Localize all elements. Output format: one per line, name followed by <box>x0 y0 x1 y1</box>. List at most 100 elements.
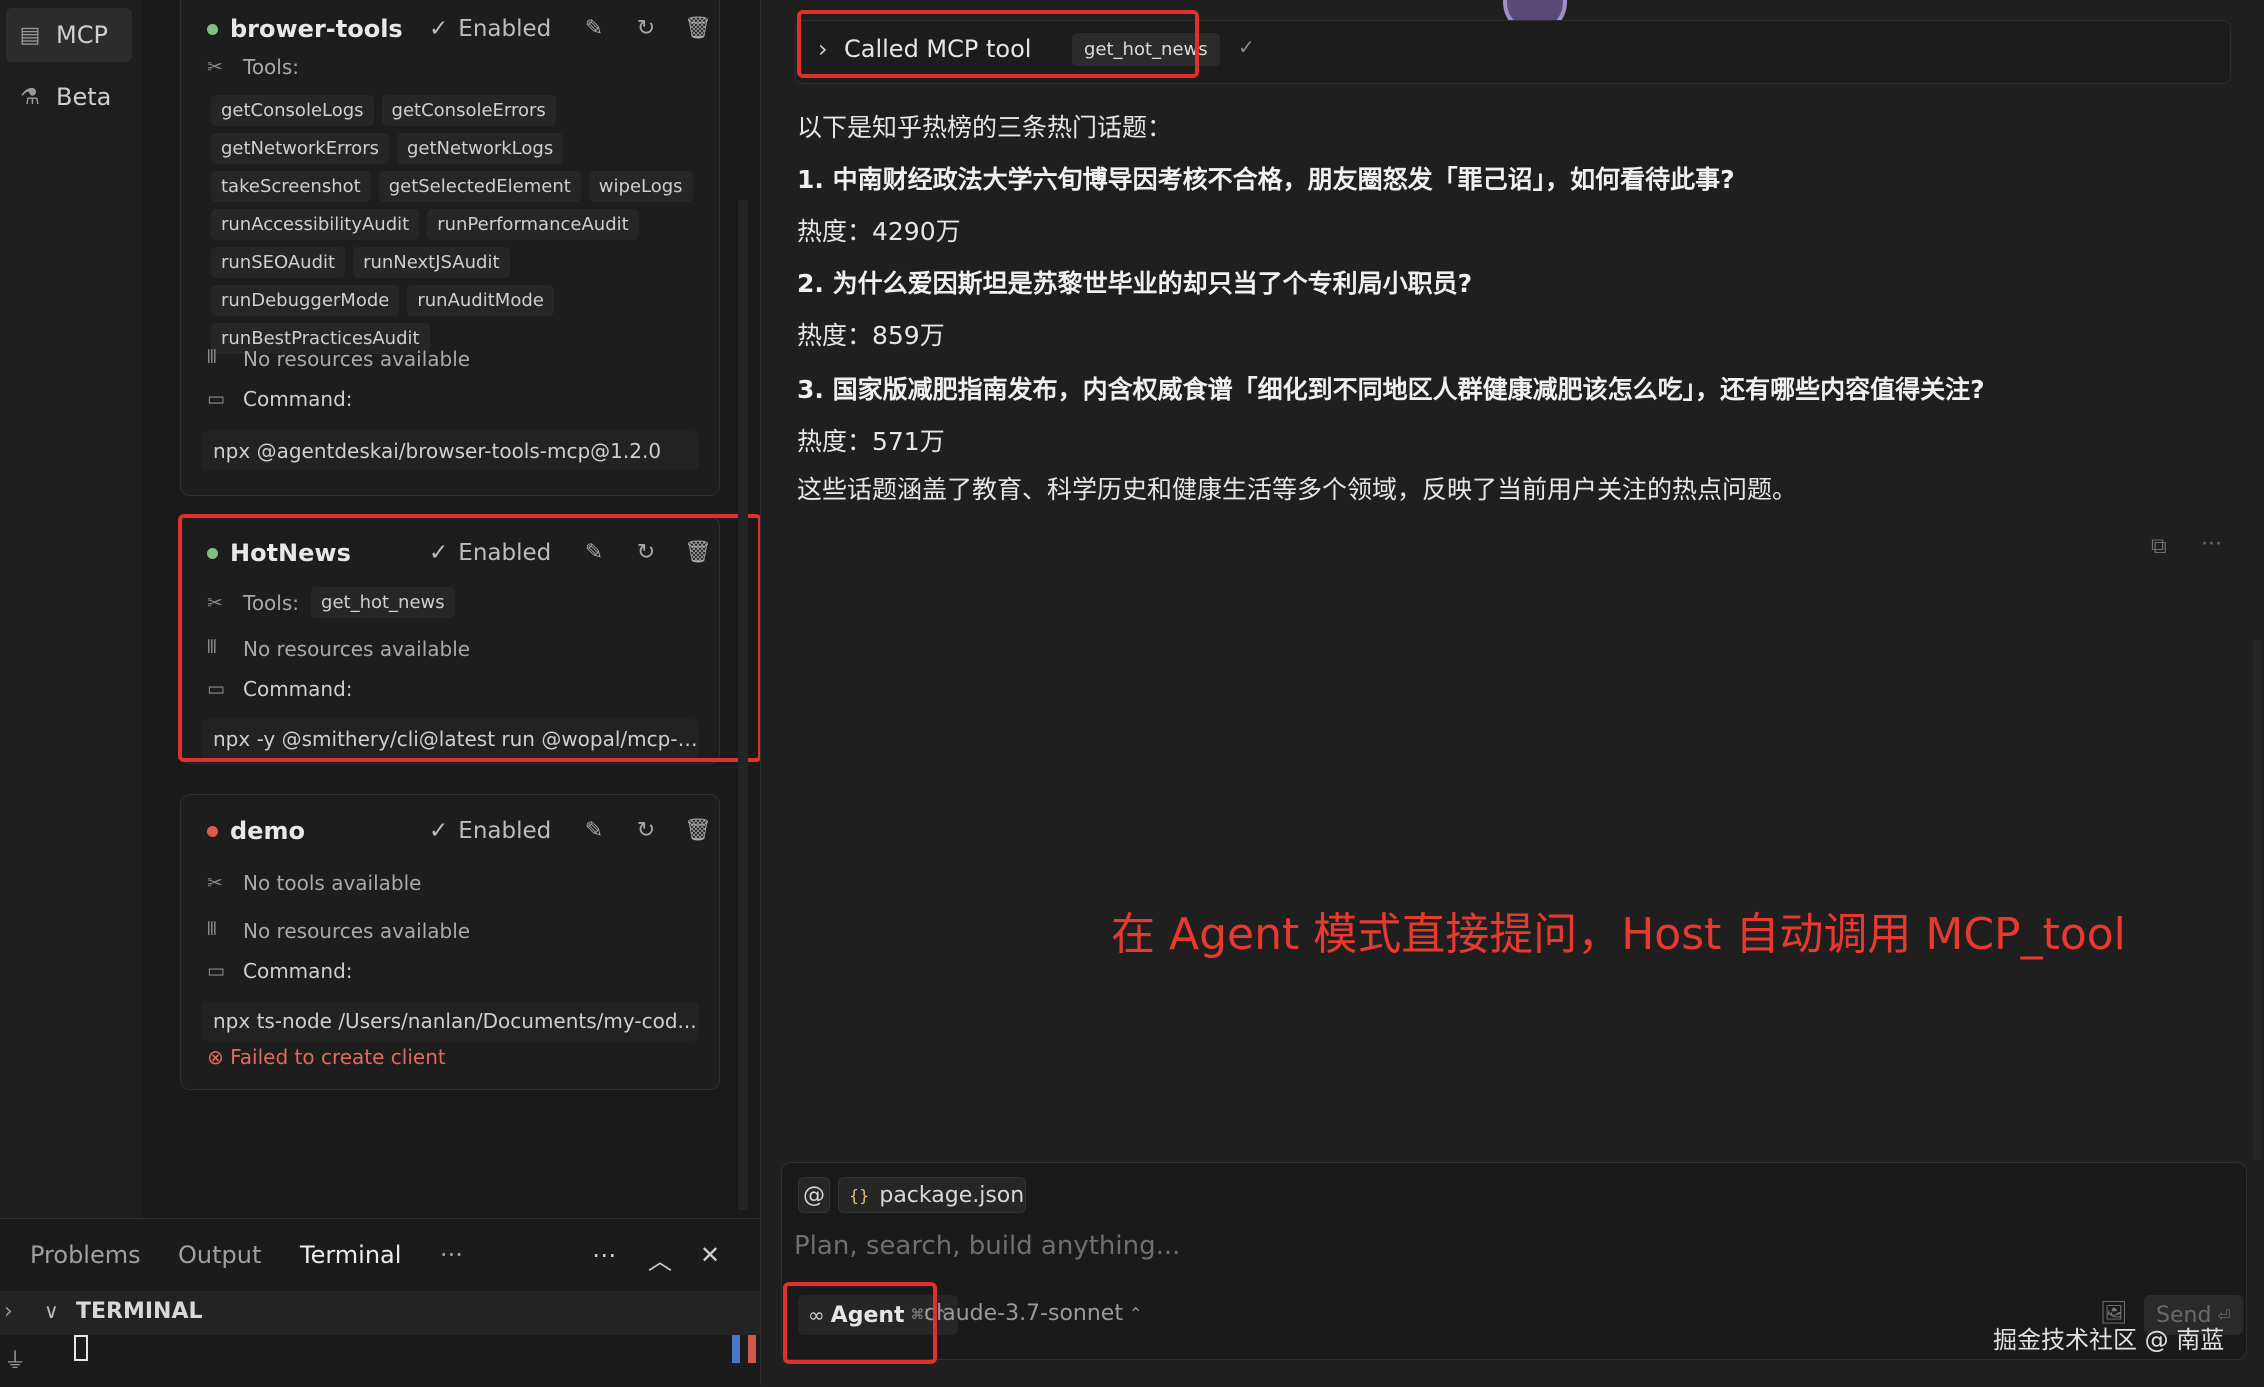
error-text: Failed to create client <box>230 1045 446 1069</box>
command-row: ▭ Command: <box>207 387 353 411</box>
chevron-up-icon: ⌃ <box>1128 1304 1143 1323</box>
library-icon: 𝍫 <box>207 346 217 368</box>
message-line: 热度：4290万 <box>797 217 961 246</box>
resources-row: 𝍫 No resources available <box>207 343 470 375</box>
tool-chip[interactable]: takeScreenshot <box>211 171 371 202</box>
server-card-header: brower-tools ✓ Enabled ✎ ↻ 🗑 <box>207 9 712 49</box>
server-card-brower-tools: brower-tools ✓ Enabled ✎ ↻ 🗑 ✂ Tools: get… <box>180 0 720 496</box>
mention-button[interactable]: @ <box>798 1177 830 1213</box>
nav-item-label: MCP <box>56 21 108 49</box>
status-dot <box>207 825 218 837</box>
more-icon[interactable]: ··· <box>2201 532 2222 557</box>
command-text: npx ts-node /Users/nanlan/Documents/my-c… <box>201 1001 699 1041</box>
check-icon: ✓ <box>429 16 449 42</box>
terminal-cursor <box>74 1335 88 1361</box>
tool-chip[interactable]: getConsoleLogs <box>211 95 374 126</box>
highlight-box-tool-call <box>797 10 1199 78</box>
terminal-icon: ▭ <box>207 388 225 410</box>
refresh-icon[interactable]: ↻ <box>633 818 659 844</box>
tools-row: ✂ Tools: <box>207 55 299 79</box>
nav-item-mcp[interactable]: ▤ MCP <box>6 8 132 62</box>
message-line: 这些话题涵盖了教育、科学历史和健康生活等多个领域，反映了当前用户关注的热点问题。 <box>797 475 1798 504</box>
tool-chip[interactable]: getNetworkErrors <box>211 133 389 164</box>
tool-chip[interactable]: getNetworkLogs <box>396 133 564 164</box>
refresh-icon[interactable]: ↻ <box>633 16 659 42</box>
mcp-server-list: brower-tools ✓ Enabled ✎ ↻ 🗑 ✂ Tools: get… <box>142 0 762 1218</box>
server-name: brower-tools <box>230 15 403 43</box>
model-selector[interactable]: claude-3.7-sonnet ⌃ <box>924 1301 1142 1326</box>
chat-input-placeholder[interactable]: Plan, search, build anything... <box>794 1231 1180 1261</box>
maximize-icon[interactable]: ︿ <box>648 1241 672 1276</box>
command-label: Command: <box>243 387 353 411</box>
trash-icon[interactable]: 🗑 <box>684 16 712 42</box>
command-text: npx @agentdeskai/browser-tools-mcp@1.2.0 <box>201 431 699 471</box>
message-line: 热度：859万 <box>797 321 945 350</box>
server-icon: ▤ <box>19 22 41 48</box>
tools-row: ✂ No tools available <box>207 871 421 895</box>
error-row: ⊗ Failed to create client <box>207 1045 446 1069</box>
message-line: 2. 为什么爱因斯坦是苏黎世毕业的却只当了个专利局小职员? <box>797 269 1473 298</box>
highlight-box-agent-mode <box>783 1282 937 1364</box>
edit-icon[interactable]: ✎ <box>581 818 607 844</box>
chevron-down-icon: ∨ <box>44 1299 59 1323</box>
message-line: 热度：571万 <box>797 427 945 456</box>
tools-label: Tools: <box>243 55 300 79</box>
more-tabs-button[interactable]: ··· <box>440 1241 463 1269</box>
tab-output[interactable]: Output <box>178 1241 261 1269</box>
tool-chip[interactable]: getConsoleErrors <box>381 95 556 126</box>
nav-item-beta[interactable]: ⚗ Beta <box>6 70 132 124</box>
server-name: demo <box>230 817 305 845</box>
enabled-toggle[interactable]: ✓ Enabled <box>429 818 551 844</box>
edit-icon[interactable]: ✎ <box>581 16 607 42</box>
tool-chip[interactable]: runDebuggerMode <box>211 285 400 316</box>
check-icon: ✓ <box>1238 35 1255 59</box>
context-file-label: package.json <box>879 1182 1025 1208</box>
tool-chip[interactable]: getSelectedElement <box>378 171 581 202</box>
command-row: ▭ Command: <box>207 959 353 983</box>
chevron-right-icon[interactable]: › <box>4 1299 13 1324</box>
tools-icon: ✂ <box>207 56 223 78</box>
copy-icon[interactable]: ⧉ <box>2151 534 2167 559</box>
resources-text: No resources available <box>243 919 471 943</box>
status-dot <box>207 23 218 35</box>
terminal-marker-red <box>748 1335 756 1363</box>
chat-panel: › Called MCP tool get_hot_news ✓ 以下是知乎热榜… <box>760 0 2264 1386</box>
terminal-header-label: TERMINAL <box>76 1299 203 1324</box>
terminal-icon: ▭ <box>207 960 225 982</box>
command-label: Command: <box>243 959 353 983</box>
terminal-marker-blue <box>732 1335 740 1363</box>
message-line: 3. 国家版减肥指南发布，内含权威食谱「细化到不同地区人群健康减肥该怎么吃」，还… <box>797 375 1985 404</box>
tool-chip[interactable]: wipeLogs <box>588 171 693 202</box>
enabled-toggle[interactable]: ✓ Enabled <box>429 16 551 42</box>
enabled-label: Enabled <box>458 16 552 42</box>
check-icon: ✓ <box>429 818 449 844</box>
tab-problems[interactable]: Problems <box>30 1241 141 1269</box>
tool-chip[interactable]: runPerformanceAudit <box>427 209 639 240</box>
tool-chip[interactable]: runNextJSAudit <box>353 247 510 278</box>
more-actions-icon[interactable]: ⋯ <box>592 1241 616 1269</box>
tool-chip[interactable]: runAccessibilityAudit <box>211 209 420 240</box>
tool-chip[interactable]: runSEOAudit <box>211 247 346 278</box>
trash-icon[interactable]: 🗑 <box>684 818 712 844</box>
library-icon: 𝍫 <box>207 918 217 940</box>
tab-terminal[interactable]: Terminal <box>300 1241 401 1269</box>
scrollbar[interactable] <box>738 200 748 1210</box>
resources-row: 𝍫 No resources available <box>207 915 470 947</box>
server-card-demo: demo ✓ Enabled ✎ ↻ 🗑 ✂ No tools available… <box>180 794 720 1090</box>
message-line: 以下是知乎热榜的三条热门话题： <box>797 113 1173 142</box>
close-icon[interactable]: ✕ <box>700 1241 720 1269</box>
terminal-header[interactable]: › ∨ TERMINAL <box>0 1291 760 1335</box>
watermark: 掘金技术社区 @ 南蓝 <box>1993 1326 2225 1354</box>
tools-icon: ✂ <box>207 872 223 894</box>
scrollbar[interactable] <box>2253 640 2261 1160</box>
left-nav: ▤ MCP ⚗ Beta <box>0 0 143 1218</box>
tool-chip-list: getConsoleLogs getConsoleErrors getNetwo… <box>211 95 711 354</box>
plug-icon: ⏚ <box>4 1349 27 1374</box>
resources-text: No resources available <box>243 347 471 371</box>
enabled-label: Enabled <box>458 818 552 844</box>
tool-chip[interactable]: runAuditMode <box>407 285 554 316</box>
bottom-panel: Problems Output Terminal ··· ⋯ ︿ ✕ › ∨ T… <box>0 1218 760 1387</box>
nav-item-label: Beta <box>56 83 112 111</box>
model-label: claude-3.7-sonnet <box>924 1301 1123 1326</box>
context-file-chip[interactable]: {} package.json <box>838 1177 1026 1213</box>
